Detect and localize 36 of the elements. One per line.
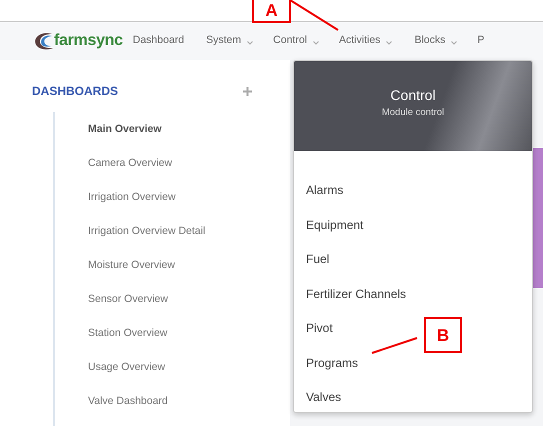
nav-menu-item[interactable]: Activities (339, 33, 392, 49)
dropdown-item[interactable]: Pivot (294, 311, 333, 346)
leader-line (372, 337, 418, 354)
leader-line (289, 0, 339, 31)
dropdown-title: Control (389, 86, 437, 105)
sidebar-item[interactable]: Sensor Overview (88, 282, 168, 316)
logo-text: farmsync (54, 31, 123, 51)
sidebar-item[interactable]: Station Overview (88, 316, 168, 350)
section-title: DASHBOARDS (32, 83, 118, 100)
sidebar-item[interactable]: Irrigation Overview (88, 180, 176, 214)
caret-icon (247, 41, 254, 46)
annotation-label: B (424, 317, 462, 353)
sidebar-item[interactable]: Valve Dashboard (88, 384, 168, 418)
dropdown-item[interactable]: Valves (294, 380, 342, 412)
dropdown-subtitle: Module control (380, 106, 446, 120)
sidebar-item[interactable]: Moisture Overview (88, 248, 175, 282)
dropdown-item[interactable]: Equipment (294, 208, 364, 242)
plus-icon[interactable] (243, 86, 252, 96)
sidebar-item[interactable]: Main Overview (88, 112, 162, 146)
nav-menu-item[interactable]: P (477, 33, 484, 49)
caret-icon (451, 41, 458, 46)
caret-icon (313, 41, 319, 46)
nav-menu-item[interactable]: Dashboard (132, 33, 184, 49)
dropdown-item[interactable]: Fertilizer Channels (294, 276, 406, 311)
dropdown-item[interactable]: Alarms (294, 173, 344, 208)
dropdown-item[interactable]: Programs (294, 346, 358, 380)
nav-menu-item[interactable]: System (206, 33, 254, 49)
logo-swoosh-icon (32, 30, 54, 52)
nav-menu-item[interactable]: Blocks (414, 33, 458, 49)
sidebar-item[interactable]: Usage Overview (88, 350, 166, 384)
sidebar-item[interactable]: Irrigation Overview Detail (88, 214, 206, 248)
caret-icon (386, 41, 392, 46)
nav-menu-item[interactable]: Control (273, 33, 319, 49)
annotation-label: A (252, 0, 291, 23)
sidebar-item[interactable]: Camera Overview (88, 146, 172, 180)
dropdown-item[interactable]: Fuel (294, 242, 330, 276)
